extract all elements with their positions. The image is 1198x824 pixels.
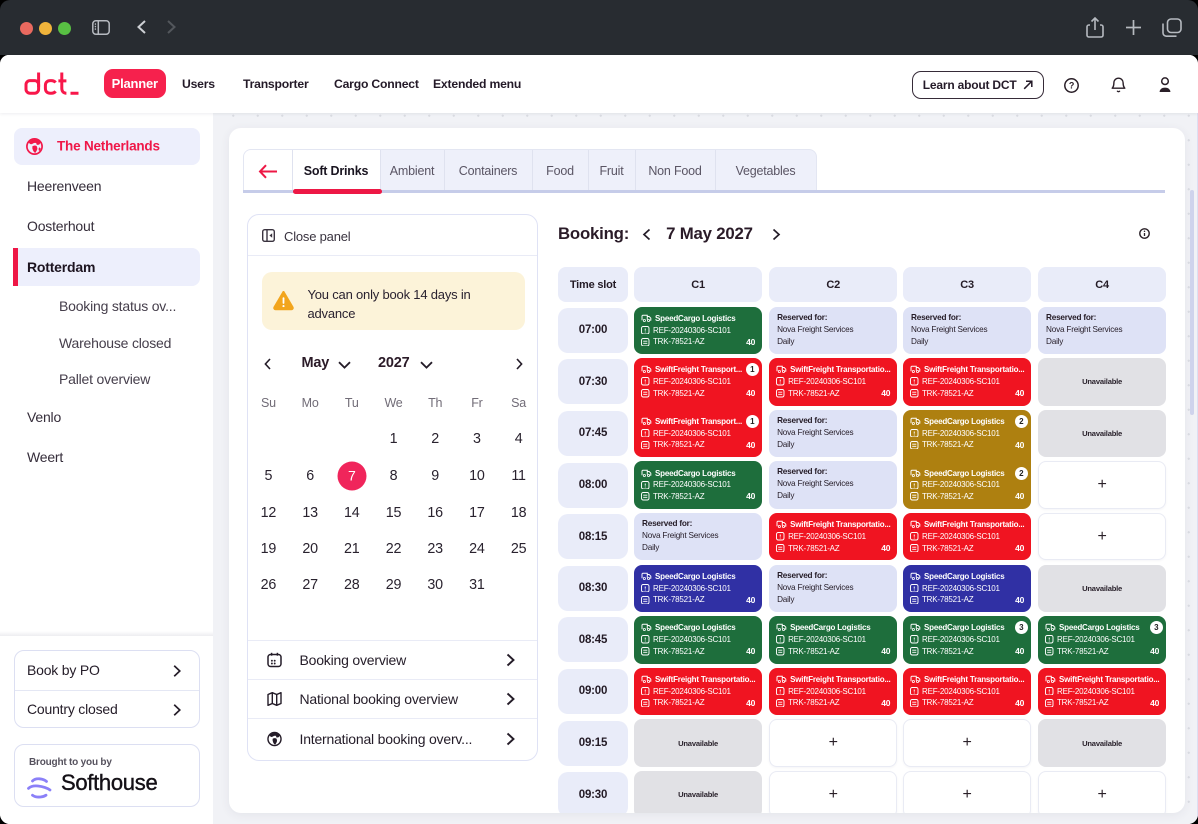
svg-text:?: ? — [1069, 81, 1074, 91]
